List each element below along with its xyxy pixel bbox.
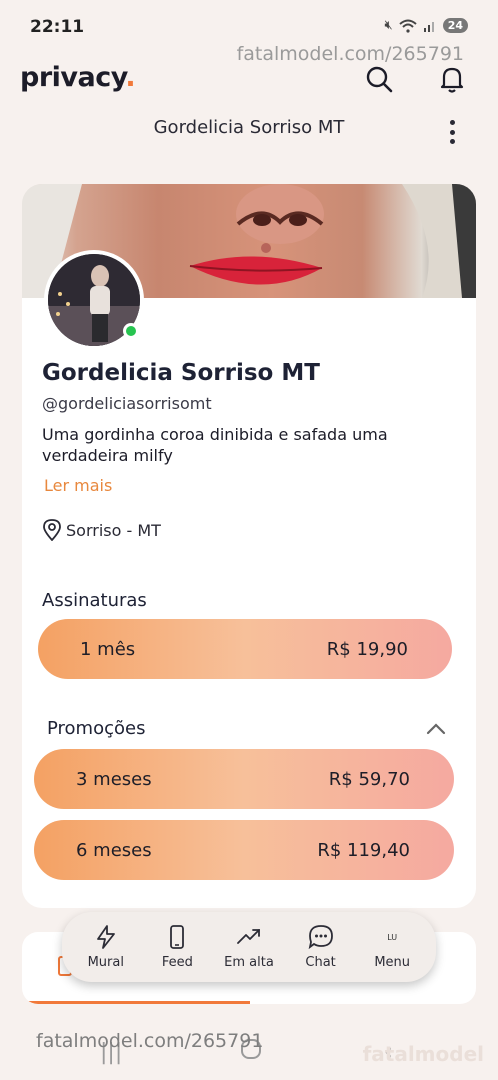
watermark-text: fatalmodel.com/265791 [236, 43, 464, 65]
nav-label: Feed [161, 955, 193, 970]
location-pin-icon [43, 519, 61, 541]
nav-label: Chat [305, 955, 336, 970]
profile-bio: Uma gordinha coroa dinibida e safada uma… [42, 425, 388, 465]
battery-indicator: 24 [442, 18, 468, 33]
wifi-icon [399, 19, 417, 33]
user-initials-avatar: LU [387, 932, 398, 942]
online-status-indicator [123, 323, 139, 339]
lightning-icon [96, 925, 115, 949]
promotion-plan-button[interactable]: 3 meses R$ 59,70 [34, 749, 454, 809]
nav-item-feed[interactable]: Feed [144, 924, 210, 970]
chat-bubble-icon [308, 925, 333, 950]
logo-text: privacy [20, 62, 126, 93]
nav-item-mural[interactable]: Mural [73, 924, 139, 970]
nav-item-em-alta[interactable]: Em alta [216, 924, 282, 970]
profile-handle: @gordeliciasorrisomt [42, 394, 212, 413]
logo-dot: . [125, 62, 136, 93]
nav-item-chat[interactable]: Chat [288, 924, 354, 970]
profile-name: Gordelicia Sorriso MT [42, 360, 320, 386]
app-logo[interactable]: privacy. [20, 62, 136, 93]
page-title: Gordelicia Sorriso MT [153, 117, 345, 138]
promotions-title: Promoções [47, 718, 146, 739]
nav-label: Mural [87, 955, 124, 970]
page-header: Gordelicia Sorriso MT [0, 117, 498, 138]
mute-icon: 🔇︎ [384, 18, 393, 33]
plan-price: R$ 19,90 [326, 638, 408, 660]
read-more-link[interactable]: Ler mais [44, 476, 112, 495]
subscription-plan-button[interactable]: 1 mês R$ 19,90 [38, 619, 452, 679]
search-icon[interactable] [364, 64, 394, 94]
watermark-text: fatalmodel.com/265791 [36, 1030, 264, 1052]
nav-label: Menu [374, 955, 411, 970]
watermark-logo: fatalmodel [362, 1042, 484, 1066]
trending-icon [237, 929, 260, 944]
plan-period: 3 meses [76, 768, 152, 790]
nav-label: Em alta [224, 955, 274, 970]
profile-card: Gordelicia Sorriso MT @gordeliciasorriso… [22, 184, 476, 908]
plan-price: R$ 119,40 [317, 839, 410, 861]
location: Sorriso - MT [42, 519, 161, 541]
nav-item-menu[interactable]: LU Menu [359, 924, 425, 971]
more-options-icon[interactable] [442, 116, 462, 148]
status-bar: 22:11 🔇︎ 24 [0, 0, 498, 48]
bell-icon[interactable] [437, 64, 467, 94]
chevron-up-icon[interactable] [425, 720, 447, 736]
promotion-plan-button[interactable]: 6 meses R$ 119,40 [34, 820, 454, 880]
active-tab-indicator [22, 1001, 250, 1004]
plan-period: 6 meses [76, 839, 152, 861]
location-text: Sorriso - MT [66, 520, 161, 540]
subscriptions-title: Assinaturas [42, 590, 147, 611]
status-icons: 🔇︎ 24 [384, 18, 468, 33]
status-time: 22:11 [30, 17, 85, 37]
signal-icon [423, 21, 434, 32]
bottom-nav: Mural Feed Em alta Chat LU Menu [62, 912, 436, 982]
phone-icon [170, 925, 185, 949]
plan-period: 1 mês [80, 638, 136, 660]
plan-price: R$ 59,70 [328, 768, 410, 790]
